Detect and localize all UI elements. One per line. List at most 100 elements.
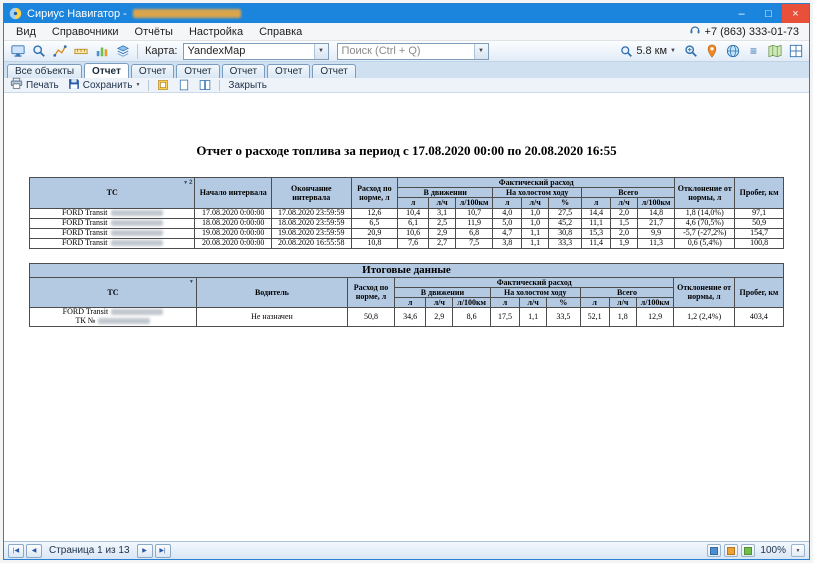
pin-icon[interactable] [702,42,721,60]
cell: 7,5 [456,238,493,248]
zoom-in-icon[interactable] [681,42,700,60]
minimize-button[interactable]: – [728,4,755,23]
cell: 3,1 [429,208,456,218]
window-controls: – □ × [728,4,809,23]
cell: 11,3 [637,238,674,248]
cell: 14,4 [582,208,611,218]
print-button[interactable]: Печать [7,78,62,92]
report-title: Отчет о расходе топлива за период с 17.0… [4,143,809,159]
cell: 0,6 (5,4%) [675,238,735,248]
cell-start: 17.08.2020 0:00:00 [195,208,272,218]
prev-page-button[interactable]: ◀ [26,544,42,558]
view-mode-whole-button[interactable] [741,544,755,557]
unit-header: л/ч [520,297,547,307]
cell: 2,9 [429,228,456,238]
cell-end: 17.08.2020 23:59:59 [271,208,351,218]
col-header-moving: В движении [394,287,490,297]
close-button[interactable]: × [782,4,809,23]
next-page-button[interactable]: ▶ [137,544,153,558]
col-header-interval-end: Окончание интервала [271,178,351,209]
map-scale-control[interactable]: 5.8 км ▼ [617,42,679,60]
cell: 10,6 [398,228,429,238]
tab-report-5[interactable]: Отчет [267,64,310,78]
chevron-down-icon[interactable]: ▼ [314,44,328,59]
unit-header: л [490,297,519,307]
page-setup-button[interactable] [154,78,172,92]
list-icon[interactable]: ≡ [744,42,763,60]
zoom-level: 100% [760,545,786,556]
col-header-moving: В движении [398,188,493,198]
toolbar-separator [137,44,138,59]
track-icon[interactable] [50,42,69,60]
cell: 33,3 [549,238,582,248]
tab-report-3[interactable]: Отчет [176,64,219,78]
menu-settings[interactable]: Настройка [181,23,251,40]
cell: 3,8 [493,238,522,248]
col-header-mileage: Пробег, км [734,277,783,308]
cell-driver: Не назначен [196,308,347,327]
save-button[interactable]: Сохранить ▼ [65,78,144,92]
maximize-button[interactable]: □ [755,4,782,23]
tab-report-2[interactable]: Отчет [131,64,174,78]
tab-report-6[interactable]: Отчет [312,64,355,78]
tab-all-objects[interactable]: Все объекты [7,64,82,78]
cell: 11,4 [582,238,611,248]
map-select-value: YandexMap [184,45,314,57]
tab-report-4[interactable]: Отчет [222,64,265,78]
toolbar-separator [148,80,149,91]
globe-icon[interactable] [723,42,742,60]
monitor-icon[interactable] [8,42,27,60]
close-report-button[interactable]: Закрыть [225,78,270,92]
chevron-down-icon[interactable]: ▼ [474,44,488,59]
single-page-view-button[interactable] [175,78,193,92]
cell: 5,0 [493,218,522,228]
unit-header: л/ч [522,198,549,208]
cell: 8,6 [453,308,491,327]
menu-reports[interactable]: Отчёты [127,23,181,40]
search-input[interactable] [338,45,474,57]
cell: 12,6 [351,208,398,218]
grid-icon[interactable] [786,42,805,60]
printer-icon [10,77,23,93]
chart-icon[interactable] [92,42,111,60]
col-header-idle: На холостом ходу [493,188,582,198]
cell-tc: FORD Transit ТК № [30,308,197,327]
tab-report-1[interactable]: Отчет [84,63,129,78]
unit-header: л [493,198,522,208]
cell: 4,7 [493,228,522,238]
col-header-tc[interactable]: ТС ▼ 2 [30,178,195,209]
cell: 100,8 [735,238,784,248]
ruler-icon[interactable] [71,42,90,60]
col-header-driver: Водитель [196,277,347,308]
cell: 7,6 [398,238,429,248]
header-row: ТС ▼ 2 Начало интервала Окончание интерв… [30,178,784,188]
app-icon [9,7,22,20]
chevron-down-icon[interactable]: ▼ [670,48,676,54]
unit-header: л/100км [453,297,491,307]
cell: 1,2 (2,4%) [674,308,734,327]
col-header-tc[interactable]: ТС ▼ [30,277,197,308]
view-mode-single-button[interactable] [707,544,721,557]
cell: 1,0 [522,218,549,228]
map-icon[interactable] [765,42,784,60]
cell: 1,9 [611,238,638,248]
menu-help[interactable]: Справка [251,23,310,40]
zoom-dropdown-button[interactable]: ▼ [791,544,805,557]
search-box[interactable]: ▼ [337,43,489,60]
two-page-view-button[interactable] [196,78,214,92]
app-window: Сириус Навигатор - – □ × Вид Справочники… [3,3,810,560]
last-page-button[interactable]: ▶| [155,544,171,558]
cell: 9,9 [637,228,674,238]
cell: 21,7 [637,218,674,228]
layers-icon[interactable] [113,42,132,60]
first-page-button[interactable]: |◀ [8,544,24,558]
search-icon[interactable] [29,42,48,60]
menu-directories[interactable]: Справочники [44,23,127,40]
map-select[interactable]: YandexMap ▼ [183,43,329,60]
table-row: FORD Transit 19.08.2020 0:00:00 19.08.20… [30,228,784,238]
menu-view[interactable]: Вид [8,23,44,40]
view-mode-width-button[interactable] [724,544,738,557]
unit-header: л/ч [609,297,636,307]
summary-title: Итоговые данные [30,263,784,277]
col-header-total: Всего [582,188,675,198]
